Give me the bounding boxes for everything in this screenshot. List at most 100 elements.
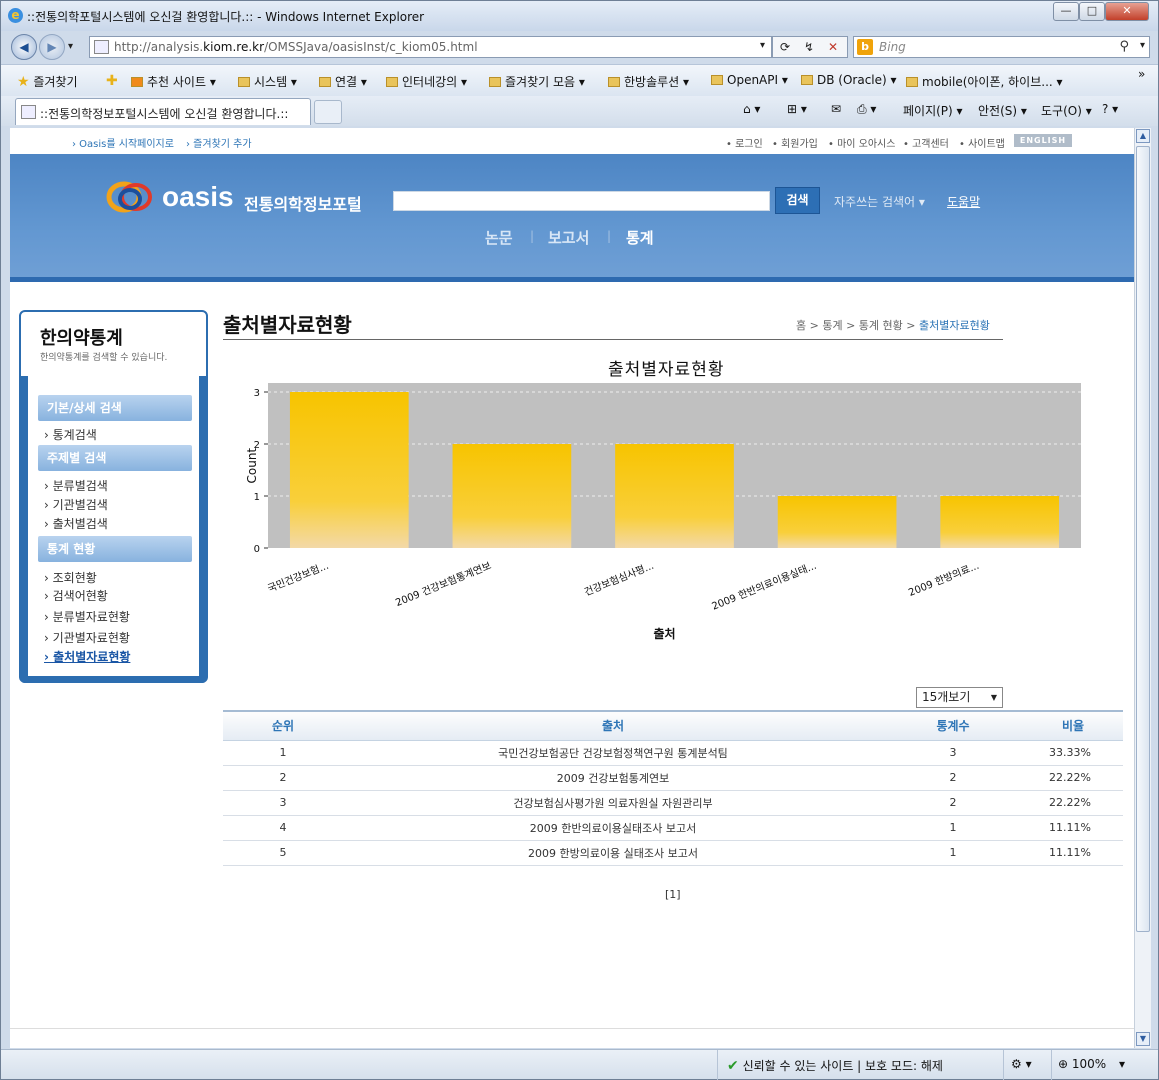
- scroll-up-button[interactable]: ▲: [1136, 129, 1150, 143]
- bar[interactable]: [615, 444, 734, 548]
- page-menu[interactable]: 페이지(P) ▾: [903, 102, 963, 119]
- more-favorites-icon[interactable]: »: [1138, 67, 1145, 81]
- table-row[interactable]: 4 2009 한반의료이용실태조사 보고서 1 11.11%: [223, 815, 1123, 841]
- minimize-button[interactable]: —: [1053, 2, 1079, 21]
- menu-category-stat-status[interactable]: 통계 현황: [38, 536, 192, 562]
- mail-icon[interactable]: ✉: [831, 102, 841, 116]
- safety-menu[interactable]: 안전(S) ▾: [978, 102, 1027, 119]
- folder-icon: [711, 75, 723, 85]
- search-dropdown-icon[interactable]: ▾: [1140, 40, 1145, 51]
- menu-item-view-status[interactable]: › 조회현황: [44, 569, 97, 586]
- forward-button[interactable]: ▶: [39, 34, 65, 60]
- nav-reports[interactable]: 보고서: [548, 227, 589, 248]
- compat-view-icon[interactable]: ⟳: [773, 37, 797, 57]
- menu-item-org-data-status[interactable]: › 기관별자료현황: [44, 629, 130, 646]
- new-tab-button[interactable]: [314, 100, 342, 124]
- site-search-button[interactable]: 검색: [775, 187, 820, 214]
- fav-item[interactable]: 한방솔루션 ▾: [608, 73, 689, 90]
- search-icon[interactable]: ⚲: [1119, 39, 1129, 54]
- add-favorite-icon[interactable]: ✚: [106, 73, 118, 89]
- menu-item-class-search[interactable]: › 분류별검색: [44, 477, 108, 494]
- page-size-select[interactable]: 15개보기 ▼: [916, 687, 1003, 708]
- vertical-scrollbar[interactable]: ▲ ▼: [1134, 128, 1151, 1048]
- menu-category-topic-search[interactable]: 주제별 검색: [38, 445, 192, 471]
- cell-source: 2009 한반의료이용실태조사 보고서: [343, 815, 883, 841]
- add-favorite-link[interactable]: › 즐겨찾기 추가: [186, 135, 252, 150]
- bar[interactable]: [289, 392, 409, 548]
- tab-active[interactable]: ::전통의학정보포털시스템에 오신걸 환영합니다.::: [15, 98, 311, 125]
- fav-item[interactable]: OpenAPI ▾: [711, 73, 788, 87]
- menu-item-source-data-status[interactable]: › 출처별자료현황: [44, 648, 130, 665]
- stop-icon[interactable]: ✕: [821, 37, 845, 57]
- print-icon[interactable]: ⎙ ▾: [857, 102, 876, 117]
- fav-item[interactable]: 연결 ▾: [319, 73, 367, 90]
- security-zone[interactable]: ✔ 신뢰할 수 있는 사이트 | 보호 모드: 해제: [727, 1057, 943, 1074]
- logo-text[interactable]: oasis: [162, 181, 234, 213]
- breadcrumb: 홈 > 통계 > 통계 현황 > 출처별자료현황: [796, 319, 990, 332]
- menu-item-org-search[interactable]: › 기관별검색: [44, 496, 108, 513]
- site-search-input[interactable]: [393, 191, 770, 211]
- fav-item[interactable]: DB (Oracle) ▾: [801, 73, 897, 87]
- nav-statistics[interactable]: 통계: [626, 227, 654, 248]
- col-count[interactable]: 통계수: [883, 710, 1023, 741]
- bar[interactable]: [940, 496, 1060, 548]
- close-button[interactable]: ✕: [1105, 2, 1149, 21]
- sitemap-link[interactable]: • 사이트맵: [959, 135, 1005, 150]
- menu-item-class-data-status[interactable]: › 분류별자료현황: [44, 608, 130, 625]
- col-source[interactable]: 출처: [343, 710, 883, 741]
- menu-item-source-search[interactable]: › 출처별검색: [44, 515, 108, 532]
- customer-center-link[interactable]: • 고객센터: [903, 135, 949, 150]
- help-icon[interactable]: ? ▾: [1102, 102, 1118, 116]
- fav-item[interactable]: 인터네강의 ▾: [386, 73, 467, 90]
- menu-category-basic-search[interactable]: 기본/상세 검색: [38, 395, 192, 421]
- set-homepage-link[interactable]: › Oasis를 시작페이지로: [72, 135, 174, 150]
- zoom-icon: ⊕: [1058, 1057, 1069, 1071]
- favorites-button[interactable]: ★ 즐겨찾기: [17, 73, 78, 90]
- history-dropdown-icon[interactable]: ▾: [68, 41, 73, 52]
- table-row[interactable]: 2 2009 건강보험통계연보 2 22.22%: [223, 765, 1123, 791]
- fav-item[interactable]: 시스템 ▾: [238, 73, 297, 90]
- home-icon[interactable]: ⌂ ▾: [743, 102, 760, 116]
- menu-item-stat-search[interactable]: › 통계검색: [44, 426, 97, 443]
- help-link[interactable]: 도움말: [947, 193, 980, 210]
- maximize-button[interactable]: □: [1079, 2, 1105, 21]
- login-link[interactable]: • 로그인: [726, 135, 763, 150]
- back-button[interactable]: ◀: [11, 34, 37, 60]
- menu-item-keyword-status[interactable]: › 검색어현황: [44, 587, 108, 604]
- nav-separator: |: [607, 229, 612, 243]
- zoom-control[interactable]: ⊕ 100%: [1058, 1057, 1106, 1071]
- cell-rank: 1: [223, 740, 343, 766]
- fav-item[interactable]: 즐겨찾기 모음 ▾: [489, 73, 585, 90]
- fav-item[interactable]: mobile(아이폰, 하이브... ▾: [906, 73, 1063, 90]
- english-button[interactable]: ENGLISH: [1014, 134, 1072, 147]
- col-ratio[interactable]: 비율: [1023, 710, 1123, 741]
- zoom-dropdown-icon[interactable]: ▾: [1119, 1057, 1125, 1071]
- fav-item[interactable]: 추천 사이트 ▾: [131, 73, 216, 90]
- browser-window: e ::전통의학포털시스템에 오신걸 환영합니다.:: - Windows In…: [0, 0, 1159, 1080]
- y-axis-label: Count: [245, 448, 259, 484]
- table-row[interactable]: 3 건강보험심사평가원 의료자원실 자원관리부 2 22.22%: [223, 790, 1123, 816]
- tools-menu[interactable]: 도구(O) ▾: [1041, 102, 1092, 119]
- x-axis-label: 출처: [653, 626, 675, 641]
- my-oasis-link[interactable]: • 마이 오아시스: [828, 135, 895, 150]
- cell-ratio: 33.33%: [1023, 740, 1123, 766]
- refresh-icon[interactable]: ↯: [797, 37, 821, 57]
- table-row[interactable]: 5 2009 한방의료이용 실태조사 보고서 1 11.11%: [223, 840, 1123, 866]
- scroll-down-button[interactable]: ▼: [1136, 1032, 1150, 1046]
- pagination[interactable]: [1]: [665, 888, 681, 901]
- bar[interactable]: [777, 496, 897, 548]
- address-bar[interactable]: http://analysis.kiom.re.kr/OMSSJava/oasi…: [89, 36, 772, 58]
- search-box[interactable]: b Bing ⚲ ▾: [853, 36, 1150, 58]
- col-rank[interactable]: 순위: [223, 710, 343, 741]
- tab-row: ::전통의학정보포털시스템에 오신걸 환영합니다.:: ⌂ ▾ ⊞ ▾ ✉ ⎙ …: [1, 96, 1158, 126]
- frequent-terms-dropdown[interactable]: 자주쓰는 검색어 ▾: [834, 193, 925, 210]
- feeds-icon[interactable]: ⊞ ▾: [787, 102, 807, 116]
- scroll-thumb[interactable]: [1136, 146, 1150, 932]
- table-row[interactable]: 1 국민건강보험공단 건강보험정책연구원 통계분석팀 3 33.33%: [223, 740, 1123, 766]
- nav-papers[interactable]: 논문: [485, 227, 513, 248]
- protected-mode-icon[interactable]: ⚙ ▾: [1011, 1057, 1032, 1071]
- check-icon: ✔: [727, 1058, 739, 1074]
- bar[interactable]: [452, 444, 572, 548]
- signup-link[interactable]: • 회원가입: [772, 135, 818, 150]
- address-dropdown-icon[interactable]: ▾: [760, 40, 765, 51]
